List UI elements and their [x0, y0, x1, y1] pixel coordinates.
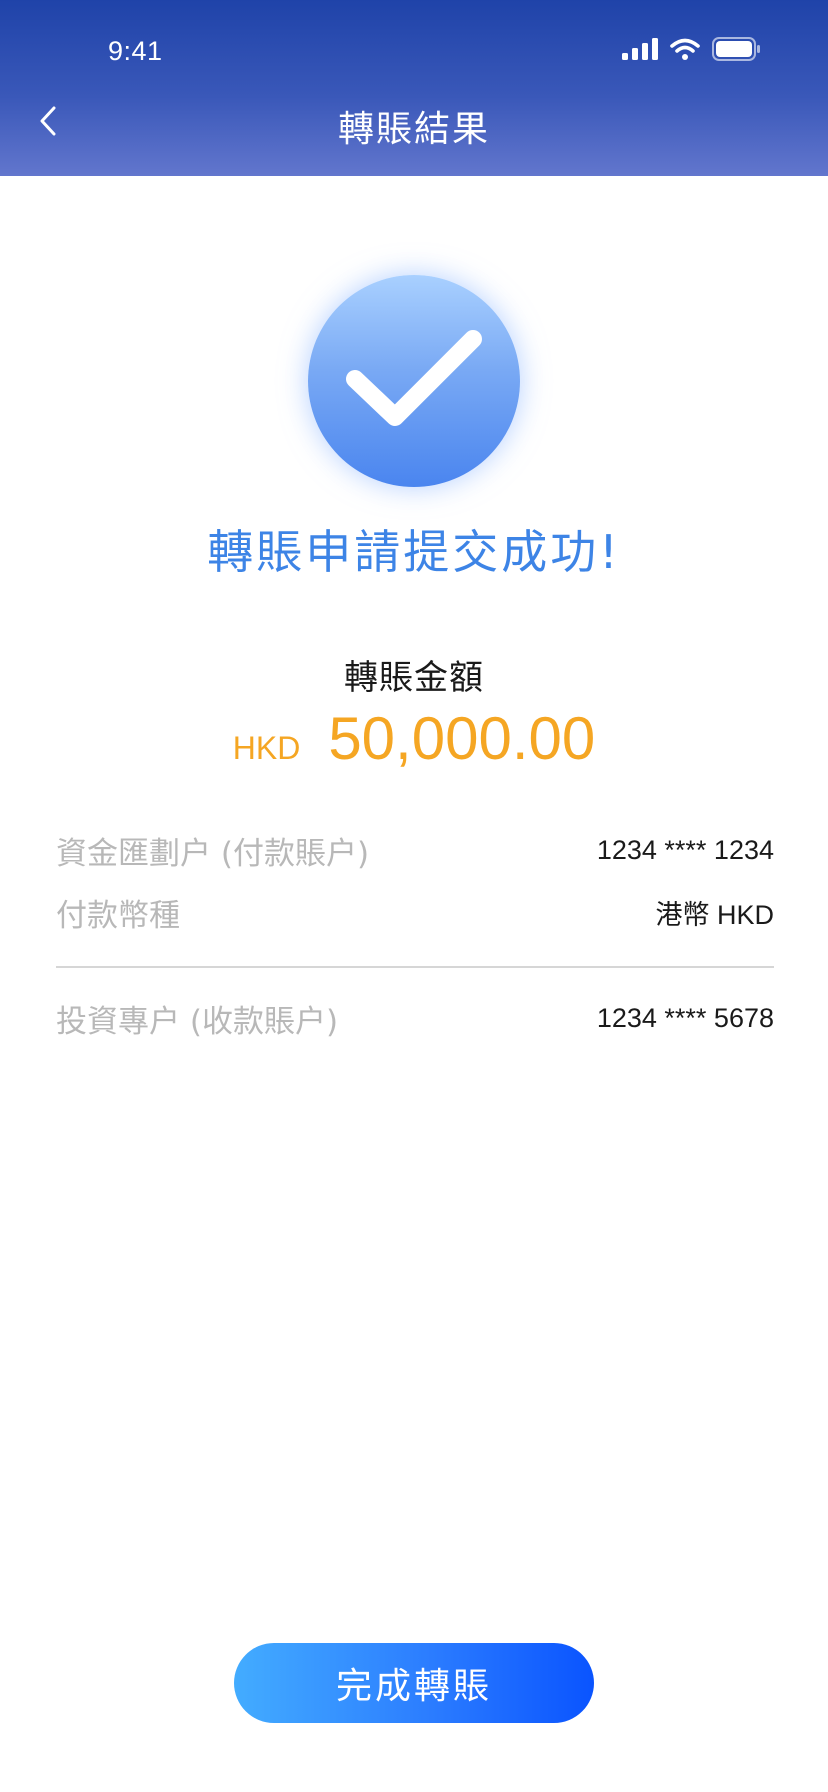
- detail-value: 1234 **** 5678: [596, 1003, 774, 1033]
- success-message: 轉賬申請提交成功!: [207, 525, 621, 579]
- status-icons: [622, 37, 760, 65]
- detail-label: 資金匯劃户 (付款賬户): [56, 836, 370, 872]
- divider: [56, 966, 774, 968]
- header-bar: 9:41 轉賬結果: [0, 0, 828, 176]
- amount-display: HKD 50,000.00: [0, 704, 828, 773]
- wifi-icon: [670, 38, 700, 64]
- detail-label: 投資專户 (收款賬户): [56, 1004, 339, 1040]
- amount-value: 50,000.00: [328, 705, 596, 772]
- status-time: 9:41: [108, 36, 163, 66]
- amount-currency: HKD: [232, 730, 301, 766]
- detail-value: 港幣 HKD: [655, 900, 774, 930]
- amount-label: 轉賬金額: [344, 658, 484, 698]
- detail-row-payer-account: 資金匯劃户 (付款賬户) 1234 **** 1234: [56, 828, 774, 873]
- detail-row-payment-currency: 付款幣種 港幣 HKD: [56, 890, 774, 935]
- complete-transfer-button[interactable]: 完成轉賬: [234, 1643, 594, 1723]
- detail-value: 1234 **** 1234: [596, 835, 774, 865]
- check-circle-icon: [308, 275, 520, 487]
- detail-label: 付款幣種: [56, 898, 180, 934]
- battery-icon: [712, 37, 760, 65]
- transfer-result-page: 9:41 轉賬結果 轉賬申請提交成功! 轉賬金額 HKD 50,000.00 資…: [0, 0, 828, 1792]
- signal-icon: [622, 38, 658, 64]
- detail-row-payee-account: 投資專户 (收款賬户) 1234 **** 5678: [56, 996, 774, 1041]
- page-title: 轉賬結果: [337, 109, 490, 150]
